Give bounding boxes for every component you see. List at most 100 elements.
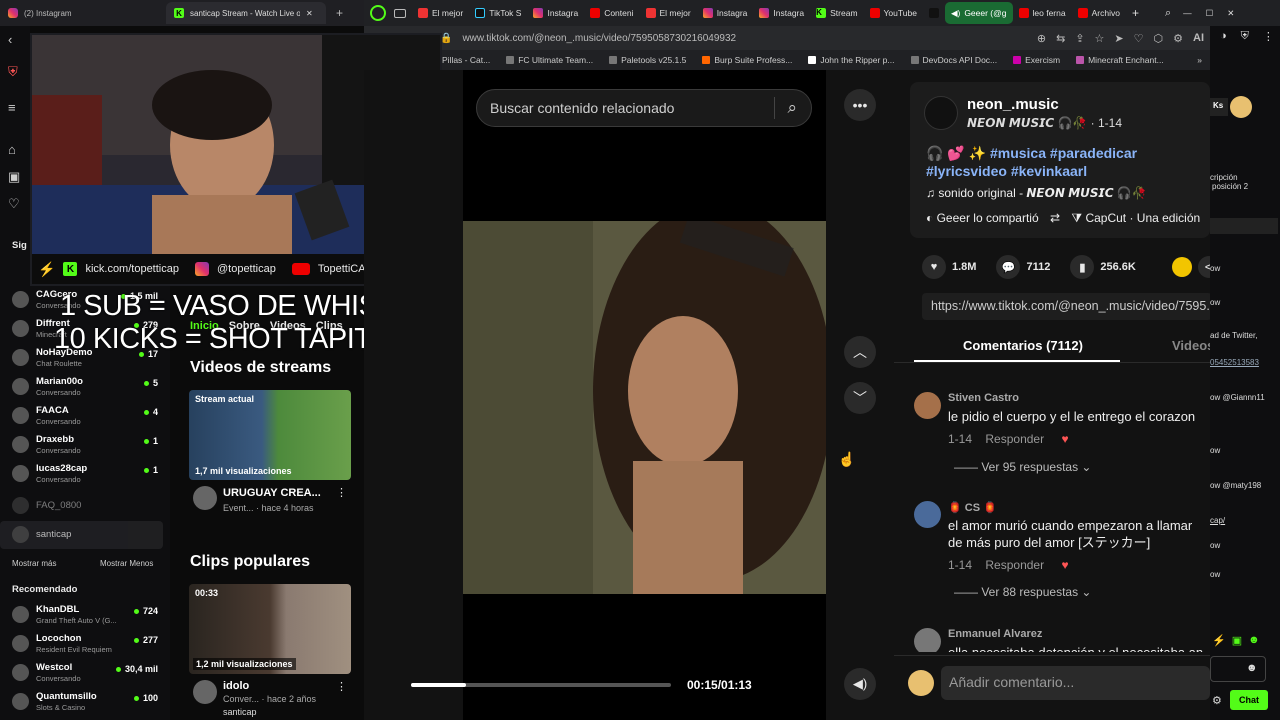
video-title[interactable]: URUGUAY CREA... xyxy=(223,487,321,499)
view-replies-button[interactable]: —— Ver 88 respuestas ⌄ xyxy=(954,585,1091,599)
clip-avatar[interactable] xyxy=(193,680,217,704)
bookmark-icon[interactable]: ☆ xyxy=(1095,32,1105,45)
bookmark-item[interactable]: Pillas - Cat... xyxy=(442,55,490,65)
user-avatar[interactable] xyxy=(1230,96,1252,118)
sidebar-channel[interactable]: KhanDBL Grand Theft Auto V (G... 724 xyxy=(0,601,170,629)
author-handle[interactable]: neon_.music xyxy=(967,96,1059,113)
search-tabs-icon[interactable]: ⌕ xyxy=(1165,7,1171,20)
home-icon[interactable]: ⌂ xyxy=(8,142,16,157)
like-button[interactable]: ♥ xyxy=(922,255,946,279)
comment-author[interactable]: Stiven Castro xyxy=(948,392,1019,404)
hashtag[interactable]: #musica xyxy=(990,145,1046,161)
browser-logo-icon[interactable] xyxy=(370,5,386,21)
following-icon[interactable]: ♡ xyxy=(8,196,20,212)
bookmark-item[interactable]: Paletools v25.1.5 xyxy=(609,55,686,65)
emote-icon[interactable]: ⚡ xyxy=(1212,634,1226,647)
bookmark-item[interactable]: Minecraft Enchant... xyxy=(1076,55,1164,65)
sidebar-channel[interactable]: Westcol Conversando 30,4 mil xyxy=(0,659,170,687)
hashtag[interactable]: #lyricsvideo xyxy=(926,163,1007,179)
tab-tiktok-geeer[interactable] xyxy=(923,2,945,24)
sound-row[interactable]: ♫ sonido original - 𝙉𝙀𝙊𝙉 𝙈𝙐𝙎𝙄𝘾 🎧🥀 xyxy=(926,186,1147,200)
comment-author[interactable]: 🏮 CS 🏮 xyxy=(948,501,997,514)
like-icon[interactable]: ♥ xyxy=(1061,558,1068,572)
tab-overview-icon[interactable] xyxy=(394,8,406,18)
tab-contenido[interactable]: Conteni xyxy=(584,2,639,24)
clip-thumbnail[interactable]: 00:33 1,2 mil visualizaciones xyxy=(189,584,351,674)
bookmarks-overflow-icon[interactable]: » xyxy=(1197,55,1210,65)
capcut-link[interactable]: ⧩ CapCut · Una edición xyxy=(1071,211,1200,225)
tab-youtube[interactable]: YouTube xyxy=(864,2,923,24)
heart-icon[interactable]: ♡ xyxy=(1134,32,1144,45)
close-window-icon[interactable]: ✕ xyxy=(1227,8,1234,19)
previous-video-button[interactable]: ︿ xyxy=(844,336,876,368)
save-button[interactable]: ▮ xyxy=(1070,255,1095,279)
url-field[interactable]: www.tiktok.com/@neon_.music/video/759505… xyxy=(462,33,736,44)
channel-offline[interactable]: FAQ_0800 xyxy=(0,492,170,520)
tab-instagram-2[interactable]: Instagra xyxy=(697,2,754,24)
extensions-icon[interactable]: ⚙ xyxy=(1173,32,1183,45)
more-options-icon[interactable]: ⋮ xyxy=(336,486,347,499)
more-icon[interactable]: ⋮ xyxy=(1263,30,1274,43)
tab-tiktok[interactable]: TikTok S xyxy=(469,2,527,24)
sidebar-channel[interactable]: Marian00o Conversando 5 xyxy=(0,373,170,401)
shared-by[interactable]: ◐ Geeer lo compartió xyxy=(926,211,1039,225)
tab-comentarios[interactable]: Comentarios (7112) xyxy=(963,338,1083,353)
sidebar-channel[interactable]: Quantumsillo Slots & Casino 100 xyxy=(0,688,170,716)
maximize-icon[interactable]: ☐ xyxy=(1206,8,1214,19)
emote-icon[interactable]: ▣ xyxy=(1232,634,1242,647)
coin-icon[interactable] xyxy=(1171,257,1192,277)
emote-icon[interactable]: ☻ xyxy=(1248,634,1260,647)
bookmark-item[interactable]: DevDocs API Doc... xyxy=(910,55,997,65)
tiktok-video[interactable] xyxy=(463,221,826,594)
bookmark-item[interactable]: FC Ultimate Team... xyxy=(506,55,593,65)
sidebar-channel[interactable]: Locochon Resident Evil Requiem 277 xyxy=(0,630,170,658)
sidebar-channel[interactable]: Draxebb Conversando 1 xyxy=(0,431,170,459)
tab-stream[interactable]: K Stream xyxy=(810,2,863,24)
tab-instagram-1[interactable]: Instagra xyxy=(527,2,584,24)
emoji-icon[interactable]: ☻ xyxy=(1246,662,1258,674)
stream-video-thumbnail[interactable]: Stream actual 1,7 mil visualizaciones xyxy=(189,390,351,480)
more-options-button[interactable]: ••• xyxy=(844,89,876,121)
channel-offline[interactable]: santicap xyxy=(0,521,163,549)
back-arrow-icon[interactable]: ‹ xyxy=(8,32,12,47)
tab-kick-stream[interactable]: K santicap Stream - Watch Live on ✕ xyxy=(166,2,326,24)
chat-message-input[interactable] xyxy=(1210,656,1266,682)
bookmark-item[interactable]: John the Ripper p... xyxy=(808,55,895,65)
menu-icon[interactable]: ≡ xyxy=(8,100,16,115)
tab-instagram-3[interactable]: Instagra xyxy=(753,2,810,24)
share-icon[interactable]: ⇪ xyxy=(1075,32,1084,45)
minimize-icon[interactable]: — xyxy=(1183,8,1192,18)
tab-el-mejor-2[interactable]: El mejor xyxy=(640,2,697,24)
video-avatar[interactable] xyxy=(193,486,217,510)
reply-button[interactable]: Responder xyxy=(985,558,1044,572)
video-link-field[interactable]: https://www.tiktok.com/@neon_.music/vide… xyxy=(922,293,1212,320)
sidebar-channel[interactable]: FAACA Conversando 4 xyxy=(0,402,170,430)
add-comment-input[interactable]: Añadir comentario... xyxy=(941,666,1210,700)
comment-author[interactable]: Enmanuel Alvarez xyxy=(948,628,1042,640)
shield-icon[interactable]: ⛨ xyxy=(1241,30,1249,43)
tab-geeer[interactable]: ◀) Geeer (@g xyxy=(944,2,1013,24)
next-video-button[interactable]: ﹀ xyxy=(844,382,876,414)
contrast-icon[interactable]: ◑ xyxy=(1220,30,1227,43)
comment-avatar[interactable] xyxy=(914,501,941,528)
tab-videos[interactable]: Videos xyxy=(1172,338,1214,353)
send-icon[interactable]: ➤ xyxy=(1114,32,1123,45)
clip-title[interactable]: idolo xyxy=(223,680,249,692)
search-icon[interactable]: ⌕ xyxy=(787,98,797,118)
comment-avatar[interactable] xyxy=(914,628,941,652)
translate-icon[interactable]: ⇆ xyxy=(1056,32,1065,45)
chat-send-button[interactable]: Chat xyxy=(1230,690,1268,710)
new-tab-button[interactable]: + xyxy=(336,6,343,20)
tiktok-search-input[interactable]: Buscar contenido relacionado ⌕ xyxy=(476,89,812,127)
comment-button[interactable]: 💬 xyxy=(996,255,1021,279)
video-progress-track[interactable] xyxy=(411,683,671,687)
show-less-link[interactable]: Mostrar Menos xyxy=(100,559,153,568)
bookmark-item[interactable]: Burp Suite Profess... xyxy=(702,55,792,65)
sidebar-channel[interactable]: lucas28cap Conversando 1 xyxy=(0,460,170,488)
author-avatar[interactable] xyxy=(924,96,958,130)
more-options-icon[interactable]: ⋮ xyxy=(336,680,347,693)
show-more-link[interactable]: Mostrar más xyxy=(12,559,56,568)
kicks-badge[interactable]: Ks xyxy=(1210,98,1228,116)
bookmark-item[interactable]: Exercism xyxy=(1013,55,1060,65)
tab-leo-ferna[interactable]: leo ferna xyxy=(1013,2,1072,24)
